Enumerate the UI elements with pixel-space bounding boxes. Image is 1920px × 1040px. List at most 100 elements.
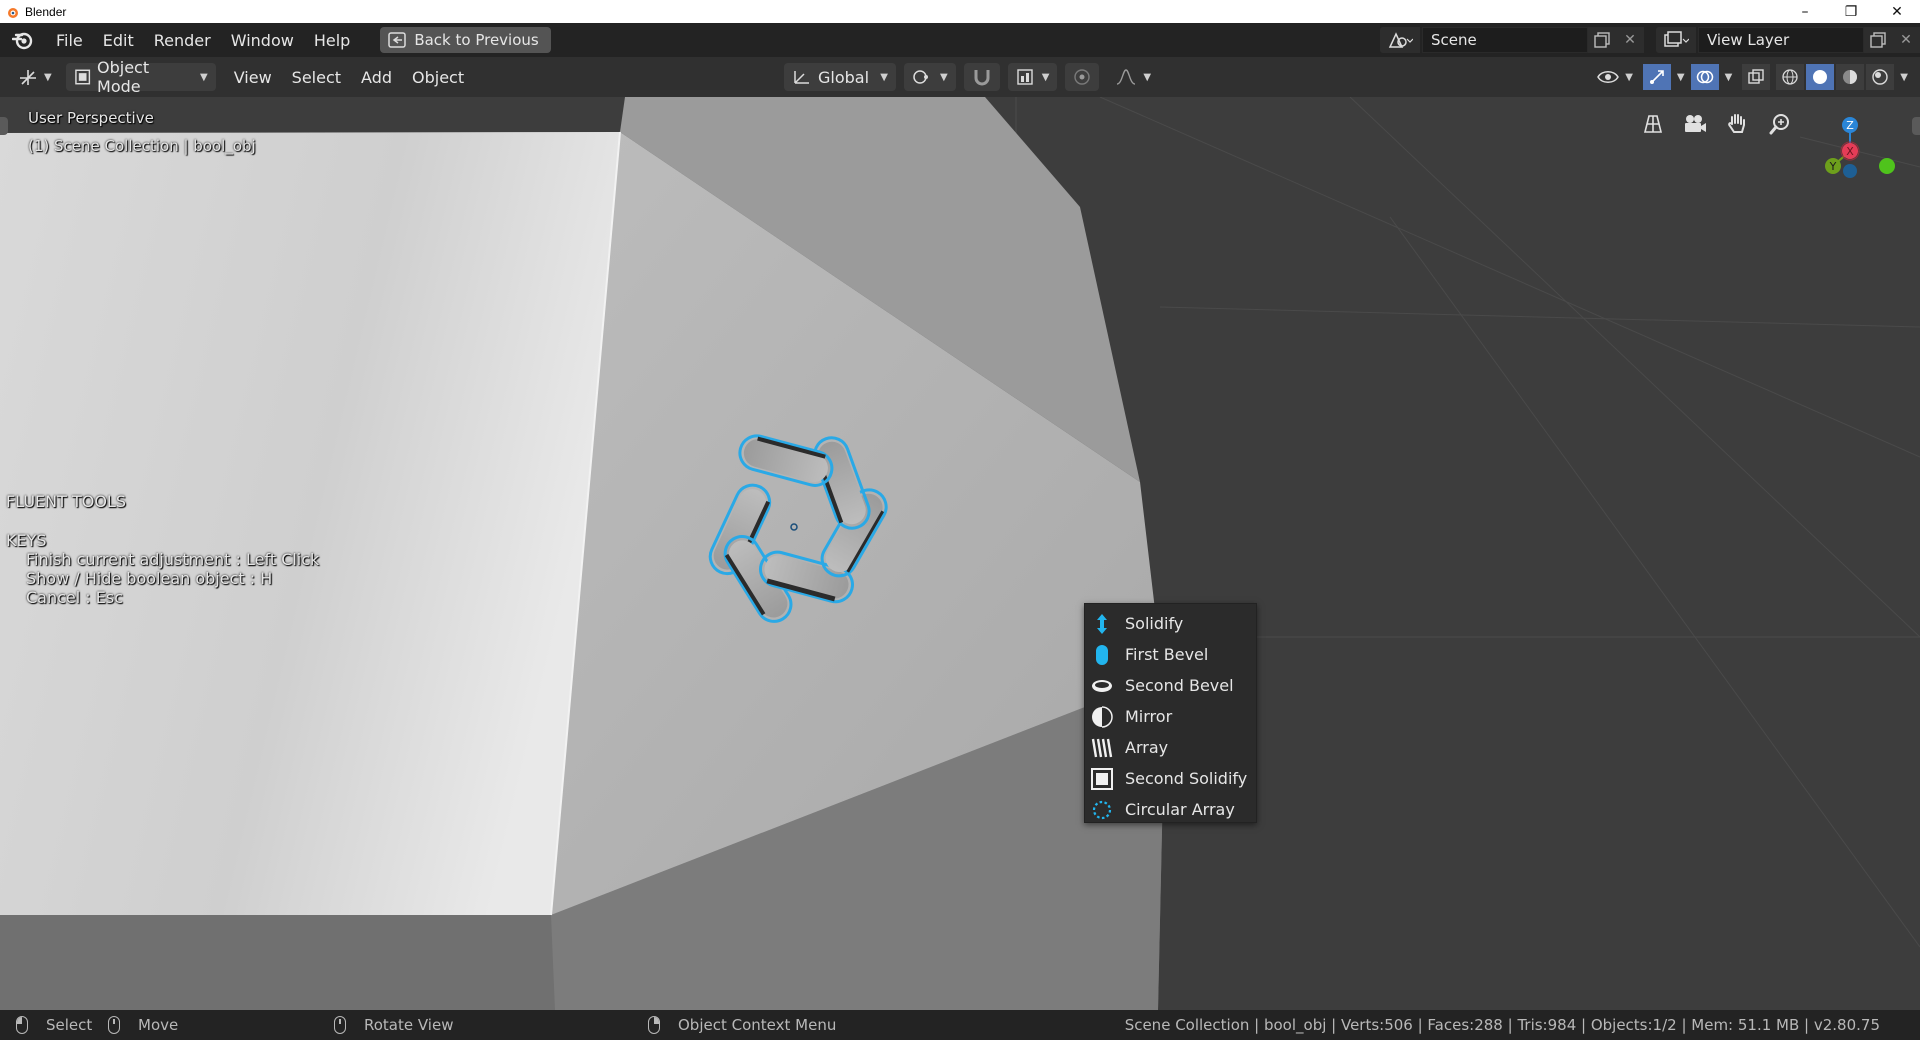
3d-viewport-icon	[20, 70, 36, 85]
gizmo-dropdown[interactable]: ▼	[1673, 63, 1689, 91]
snap-toggle[interactable]	[963, 63, 1000, 91]
delete-scene-button[interactable]: ✕	[1616, 27, 1644, 53]
back-to-previous-button[interactable]: Back to Previous	[380, 27, 551, 53]
chevron-down-icon: ▼	[1143, 71, 1152, 83]
pan-view-button[interactable]	[1719, 106, 1755, 142]
status-move-hint: Move	[108, 1016, 178, 1034]
viewport-menu-select[interactable]: Select	[282, 63, 351, 91]
menu-window[interactable]: Window	[221, 26, 304, 54]
middle-mouse-icon	[108, 1016, 120, 1034]
fluent-adjustment-menu: Solidify First Bevel Second Bevel Mirror…	[1084, 603, 1257, 823]
fluent-key-cancel: Cancel : Esc	[26, 588, 124, 607]
proportional-editing-toggle[interactable]	[1065, 63, 1100, 91]
xray-icon	[1748, 69, 1764, 84]
pivot-point-dropdown[interactable]: ▼	[904, 63, 956, 91]
eye-icon	[1597, 71, 1620, 83]
blender-logo-icon[interactable]	[10, 28, 36, 52]
snap-target-dropdown[interactable]: ▼	[1007, 63, 1058, 91]
fluent-keys-heading: KEYS	[6, 531, 47, 550]
view-layer-field[interactable]: View Layer	[1698, 27, 1864, 53]
rendered-shading-button[interactable]	[1866, 64, 1895, 90]
scene-selector-button[interactable]	[1380, 27, 1420, 53]
xray-toggle[interactable]	[1742, 64, 1771, 90]
status-select-hint: Select	[16, 1016, 92, 1034]
transform-orientation-dropdown[interactable]: Global ▼	[784, 63, 896, 91]
menu-item-solidify[interactable]: Solidify	[1085, 608, 1256, 639]
close-window-button[interactable]: ✕	[1874, 0, 1920, 23]
menu-render[interactable]: Render	[144, 26, 221, 54]
transform-orientation-label: Global	[818, 67, 870, 87]
rendered-sphere-icon	[1872, 69, 1888, 85]
menu-edit[interactable]: Edit	[93, 26, 144, 54]
wireframe-shading-button[interactable]	[1776, 64, 1805, 90]
menu-item-label: Array	[1125, 738, 1169, 757]
navigation-gizmo[interactable]: Z Y X	[1780, 97, 1920, 197]
new-view-layer-button[interactable]	[1864, 27, 1892, 53]
object-mode-dropdown[interactable]: Object Mode ▼	[65, 58, 216, 96]
hand-icon	[1728, 114, 1745, 133]
overlays-toggle[interactable]	[1690, 64, 1719, 90]
menu-file[interactable]: File	[46, 26, 93, 54]
overlays-dropdown[interactable]: ▼	[1721, 63, 1737, 91]
shading-dropdown[interactable]: ▼	[1896, 63, 1912, 91]
object-mode-label: Object Mode	[97, 58, 150, 96]
gizmo-toggle[interactable]	[1642, 64, 1671, 90]
proportional-falloff-dropdown[interactable]: ▼	[1107, 63, 1159, 91]
middle-mouse-icon	[334, 1016, 346, 1034]
top-menu-bar: File Edit Render Window Help Back to Pre…	[0, 23, 1920, 57]
menu-item-first-bevel[interactable]: First Bevel	[1085, 639, 1256, 670]
editor-type-selector[interactable]: ▼	[10, 63, 60, 91]
toggle-camera-view-button[interactable]	[1635, 106, 1671, 142]
solid-shading-button[interactable]	[1806, 64, 1835, 90]
duplicate-icon	[1594, 32, 1610, 48]
menu-item-label: Solidify	[1125, 614, 1184, 633]
menu-item-mirror[interactable]: Mirror	[1085, 701, 1256, 732]
chevron-down-icon: ▼	[1724, 71, 1733, 83]
menu-item-label: Mirror	[1125, 707, 1173, 726]
menu-help[interactable]: Help	[304, 26, 360, 54]
view-perspective-label: User Perspective	[28, 109, 154, 127]
maximize-button[interactable]: ❐	[1828, 0, 1874, 23]
status-context-label: Object Context Menu	[678, 1016, 837, 1034]
chevron-down-icon: ▼	[1041, 71, 1050, 83]
viewport-menu-view[interactable]: View	[224, 63, 282, 91]
material-shading-button[interactable]	[1836, 64, 1865, 90]
circular-array-icon	[1091, 799, 1113, 821]
3d-viewport[interactable]: User Perspective (1) Scene Collection | …	[0, 97, 1920, 1010]
global-axes-icon	[794, 71, 809, 84]
left-mouse-icon	[16, 1016, 28, 1034]
menu-item-label: First Bevel	[1125, 645, 1209, 664]
toolbar-expand-arrow[interactable]	[0, 117, 8, 135]
back-to-previous-label: Back to Previous	[414, 31, 539, 49]
status-rotate-hint: Rotate View	[334, 1016, 453, 1034]
chevron-down-icon: ▼	[880, 71, 888, 83]
camera-icon	[1685, 115, 1706, 132]
menu-item-label: Circular Array	[1125, 800, 1235, 819]
minimize-button[interactable]: –	[1782, 0, 1828, 23]
mirror-icon	[1091, 705, 1113, 728]
viewport-menu-object[interactable]: Object	[402, 63, 474, 91]
second-bevel-icon	[1091, 675, 1113, 697]
delete-view-layer-button[interactable]: ✕	[1892, 27, 1920, 53]
menu-item-circular-array[interactable]: Circular Array	[1085, 794, 1256, 825]
menu-item-second-solidify[interactable]: Second Solidify	[1085, 763, 1256, 794]
pivot-point-icon	[913, 70, 928, 84]
object-mode-icon	[74, 69, 90, 85]
solid-sphere-icon	[1813, 70, 1828, 84]
new-scene-button[interactable]	[1588, 27, 1616, 53]
scene-name-field[interactable]: Scene	[1422, 27, 1588, 53]
falloff-curve-icon	[1117, 69, 1136, 85]
gizmo-y-label: Y	[1829, 160, 1837, 173]
right-mouse-icon	[648, 1016, 660, 1034]
chevron-down-icon: ▼	[940, 71, 948, 83]
menu-item-array[interactable]: Array	[1085, 732, 1256, 763]
camera-view-button[interactable]	[1677, 106, 1713, 142]
menu-item-second-bevel[interactable]: Second Bevel	[1085, 670, 1256, 701]
view-layer-icon	[1664, 31, 1689, 47]
active-collection-label: (1) Scene Collection | bool_obj	[28, 137, 256, 155]
viewport-menu-add[interactable]: Add	[351, 63, 402, 91]
chevron-down-icon: ▼	[200, 71, 208, 83]
visibility-dropdown[interactable]: ▼	[1589, 63, 1641, 91]
view-layer-selector-button[interactable]	[1656, 27, 1696, 53]
chevron-down-icon: ▼	[1900, 71, 1908, 83]
